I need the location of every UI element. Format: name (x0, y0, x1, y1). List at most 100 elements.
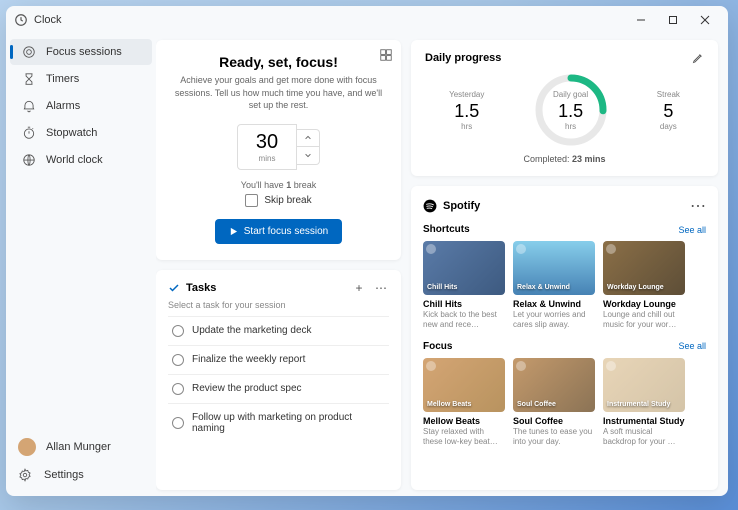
alarm-icon (22, 99, 36, 113)
yesterday-stat: Yesterday 1.5 hrs (449, 90, 484, 131)
app-title: Clock (34, 14, 62, 26)
duration-increase-button[interactable] (297, 130, 319, 147)
task-label: Update the marketing deck (192, 325, 312, 336)
task-item[interactable]: Finalize the weekly report (168, 345, 389, 374)
compact-view-icon[interactable] (379, 48, 393, 62)
duration-unit: mins (256, 154, 278, 163)
sidebar-item-label: Stopwatch (46, 127, 97, 139)
sidebar-item-settings[interactable]: Settings (6, 462, 156, 488)
stat-unit: days (657, 122, 680, 131)
playlist-cover: Mellow Beats (423, 358, 505, 412)
break-info-text: You'll have 1 break (174, 180, 383, 190)
playlist-cover: Relax & Unwind (513, 241, 595, 295)
sidebar-item-label: Timers (46, 73, 79, 85)
task-radio[interactable] (172, 417, 184, 429)
sidebar-item-focus-sessions[interactable]: Focus sessions (10, 39, 152, 65)
playlist-desc: Let your worries and cares slip away. (513, 310, 595, 331)
close-button[interactable] (690, 10, 720, 30)
spotify-badge-icon (516, 361, 526, 371)
duration-decrease-button[interactable] (297, 147, 319, 164)
playlist-item[interactable]: Instrumental Study Instrumental Study A … (603, 358, 685, 448)
maximize-button[interactable] (658, 10, 688, 30)
playlist-desc: Lounge and chill out music for your wor… (603, 310, 685, 331)
add-task-button[interactable]: + (351, 280, 367, 296)
playlist-name: Chill Hits (423, 299, 505, 309)
tasks-card: Tasks + ⋯ Select a task for your session… (156, 270, 401, 490)
stat-label: Yesterday (449, 90, 484, 99)
titlebar: Clock (6, 6, 728, 34)
task-radio[interactable] (172, 383, 184, 395)
tasks-more-button[interactable]: ⋯ (373, 280, 389, 296)
skip-break-label: Skip break (264, 195, 311, 206)
sidebar-item-label: Focus sessions (46, 46, 122, 58)
task-item[interactable]: Review the product spec (168, 374, 389, 403)
task-radio[interactable] (172, 354, 184, 366)
stat-value: 5 (657, 101, 680, 122)
tasks-check-icon (168, 282, 180, 294)
task-label: Follow up with marketing on product nami… (192, 412, 385, 434)
duration-stepper (297, 129, 320, 165)
playlist-desc: Kick back to the best new and rece… (423, 310, 505, 331)
spotify-more-button[interactable]: ⋯ (690, 196, 706, 216)
playlist-cover: Instrumental Study (603, 358, 685, 412)
playlist-name: Workday Lounge (603, 299, 685, 309)
playlist-name: Relax & Unwind (513, 299, 595, 309)
streak-stat: Streak 5 days (657, 90, 680, 131)
section-title: Focus (423, 341, 678, 352)
playlist-item[interactable]: Relax & Unwind Relax & Unwind Let your w… (513, 241, 595, 331)
see-all-link[interactable]: See all (678, 225, 706, 235)
stat-value: 1.5 (558, 101, 583, 122)
globe-icon (22, 153, 36, 167)
playlist-item[interactable]: Soul Coffee Soul Coffee The tunes to eas… (513, 358, 595, 448)
task-radio[interactable] (172, 325, 184, 337)
playlist-name: Mellow Beats (423, 416, 505, 426)
task-label: Finalize the weekly report (192, 354, 305, 365)
sidebar-item-alarms[interactable]: Alarms (10, 93, 152, 119)
task-label: Review the product spec (192, 383, 302, 394)
tasks-title: Tasks (186, 282, 345, 294)
gear-icon (18, 468, 32, 482)
focus-icon (22, 45, 36, 59)
task-item[interactable]: Update the marketing deck (168, 316, 389, 345)
focus-subtitle: Achieve your goals and get more done wit… (174, 74, 383, 112)
avatar (18, 438, 36, 456)
duration-input[interactable]: 30 mins (237, 124, 297, 170)
progress-ring: Daily goal 1.5 hrs (533, 72, 609, 148)
stat-label: Streak (657, 90, 680, 99)
spotify-brand: Spotify (443, 200, 684, 212)
tasks-hint: Select a task for your session (168, 300, 389, 310)
playlist-item[interactable]: Workday Lounge Workday Lounge Lounge and… (603, 241, 685, 331)
stat-unit: hrs (449, 122, 484, 131)
stat-value: 1.5 (449, 101, 484, 122)
focus-title: Ready, set, focus! (174, 54, 383, 70)
start-focus-button[interactable]: Start focus session (215, 219, 342, 244)
playlist-name: Soul Coffee (513, 416, 595, 426)
spotify-badge-icon (606, 244, 616, 254)
user-account[interactable]: Allan Munger (6, 432, 156, 462)
spotify-badge-icon (606, 361, 616, 371)
edit-goal-button[interactable] (692, 52, 704, 64)
daily-progress-card: Daily progress Yesterday 1.5 hrs (411, 40, 718, 176)
completed-text: Completed: 23 mins (425, 154, 704, 164)
sidebar-item-stopwatch[interactable]: Stopwatch (10, 120, 152, 146)
sidebar-item-timers[interactable]: Timers (10, 66, 152, 92)
task-item[interactable]: Follow up with marketing on product nami… (168, 403, 389, 442)
playlist-item[interactable]: Chill Hits Chill Hits Kick back to the b… (423, 241, 505, 331)
stat-label: Daily goal (553, 90, 588, 99)
user-name: Allan Munger (46, 441, 111, 453)
duration-value: 30 (256, 131, 278, 154)
see-all-link[interactable]: See all (678, 341, 706, 351)
playlist-item[interactable]: Mellow Beats Mellow Beats Stay relaxed w… (423, 358, 505, 448)
skip-break-checkbox[interactable] (245, 194, 258, 207)
playlist-cover: Workday Lounge (603, 241, 685, 295)
hourglass-icon (22, 72, 36, 86)
spotify-icon (423, 199, 437, 213)
play-icon (229, 227, 238, 236)
app-window: Clock Focus sessions Timers Alarms (6, 6, 728, 496)
stat-unit: hrs (565, 122, 576, 131)
spotify-card: Spotify ⋯ Shortcuts See all Chill Hits C… (411, 186, 718, 490)
sidebar-item-world-clock[interactable]: World clock (10, 147, 152, 173)
progress-title: Daily progress (425, 52, 692, 64)
spotify-badge-icon (426, 244, 436, 254)
minimize-button[interactable] (626, 10, 656, 30)
